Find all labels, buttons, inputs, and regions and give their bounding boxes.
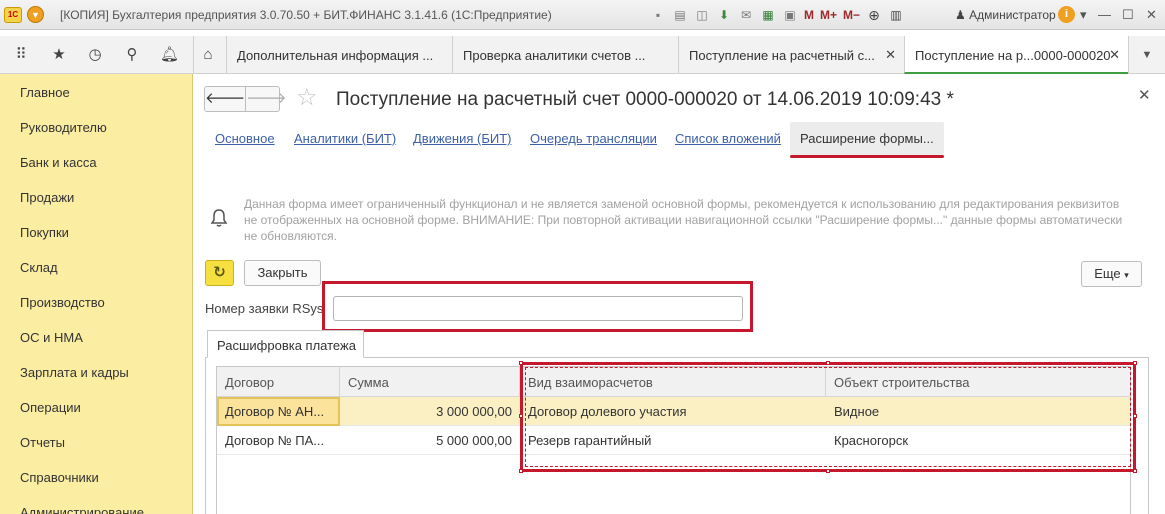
back-button[interactable]: 🡐 bbox=[205, 87, 245, 111]
close-window-icon[interactable]: ✕ bbox=[1146, 7, 1157, 23]
link-main[interactable]: Основное bbox=[215, 131, 275, 146]
search-icon[interactable]: ⚲ bbox=[123, 46, 141, 64]
zoom-icon[interactable]: ⊕ bbox=[866, 7, 882, 23]
link-attachments[interactable]: Список вложений bbox=[675, 131, 781, 146]
refresh-icon: ↻ bbox=[213, 264, 226, 281]
sidebar-item-warehouse[interactable]: Склад bbox=[20, 260, 58, 275]
link-translation-queue[interactable]: Очередь трансляции bbox=[530, 131, 657, 146]
more-label: Еще bbox=[1094, 266, 1121, 281]
link-movements-bit[interactable]: Движения (БИТ) bbox=[413, 131, 511, 146]
tabs-dropdown-icon[interactable]: ▼ bbox=[1128, 36, 1165, 74]
info-icon[interactable]: i bbox=[1058, 6, 1075, 23]
rsys-number-field[interactable] bbox=[333, 296, 743, 321]
cell-contract[interactable]: Договор № ПА... bbox=[217, 426, 340, 455]
help-dropdown-icon[interactable]: ▾ bbox=[1080, 7, 1087, 23]
sections-sidebar: Главное Руководителю Банк и касса Продаж… bbox=[0, 74, 193, 514]
memory-minus-button[interactable]: M− bbox=[843, 8, 860, 22]
page-title: Поступление на расчетный счет 0000-00002… bbox=[336, 89, 954, 110]
forward-button[interactable]: 🡒 bbox=[245, 87, 286, 111]
tab-receipt-current[interactable]: Поступление на р...0000-000020 ✕ bbox=[904, 36, 1128, 74]
tab-label: Проверка аналитики счетов ... bbox=[463, 48, 646, 63]
column-header-settlement-type[interactable]: Вид взаиморасчетов bbox=[520, 367, 826, 397]
user-menu[interactable]: ♟ Администратор bbox=[955, 8, 1056, 22]
tab-label: Поступление на р...0000-000020 bbox=[915, 48, 1111, 63]
notifications-bell-icon[interactable]: 🔔︎ bbox=[160, 46, 179, 64]
home-icon[interactable]: ⌂ bbox=[199, 46, 217, 64]
tab-label: Поступление на расчетный с... bbox=[689, 48, 875, 63]
column-header-construction-object[interactable]: Объект строительства bbox=[826, 367, 1130, 397]
sidebar-item-manager[interactable]: Руководителю bbox=[20, 120, 107, 135]
table-row[interactable]: Договор № ПА... 5 000 000,00 Резерв гара… bbox=[217, 426, 1130, 455]
sidebar-item-sales[interactable]: Продажи bbox=[20, 190, 74, 205]
sidebar-item-reports[interactable]: Отчеты bbox=[20, 435, 65, 450]
mail-icon[interactable]: ✉ bbox=[738, 7, 754, 23]
sidebar-item-production[interactable]: Производство bbox=[20, 295, 105, 310]
user-icon: ♟ bbox=[955, 8, 966, 22]
cell-sum[interactable]: 5 000 000,00 bbox=[340, 426, 520, 455]
cell-construction-object[interactable]: Видное bbox=[826, 397, 1130, 426]
notice-text: Данная форма имеет ограниченный функцион… bbox=[244, 197, 1123, 243]
tab-label: Дополнительная информация ... bbox=[237, 48, 434, 63]
title-toolbar: ▪ ▤ ◫ ⬇ ✉ ▦ ▣ M M+ M− ⊕ ▥ bbox=[650, 5, 904, 25]
save-icon[interactable]: ▪ bbox=[650, 7, 666, 23]
sidebar-item-main[interactable]: Главное bbox=[20, 85, 70, 100]
sidebar-item-operations[interactable]: Операции bbox=[20, 400, 81, 415]
cell-settlement-type[interactable]: Резерв гарантийный bbox=[520, 426, 826, 455]
tab-separator bbox=[193, 36, 194, 74]
favorites-star-icon[interactable]: ★ bbox=[50, 46, 68, 64]
app-logo-icon: 1С bbox=[4, 7, 22, 23]
cell-sum[interactable]: 3 000 000,00 bbox=[340, 397, 520, 426]
history-icon[interactable]: ◷ bbox=[86, 46, 104, 64]
apps-grid-icon[interactable]: ⠿ bbox=[12, 46, 30, 64]
title-bar: 1С ▼ [КОПИЯ] Бухгалтерия предприятия 3.0… bbox=[0, 0, 1165, 30]
sidebar-item-bank-cash[interactable]: Банк и касса bbox=[20, 155, 97, 170]
tab-receipt-account[interactable]: Поступление на расчетный с... ✕ bbox=[678, 36, 904, 74]
memory-button[interactable]: M bbox=[804, 8, 814, 22]
user-name: Администратор bbox=[969, 8, 1056, 22]
tab-check-analytics[interactable]: Проверка аналитики счетов ... bbox=[452, 36, 678, 74]
favorite-star-icon[interactable]: ☆ bbox=[296, 85, 318, 111]
tab-additional-info[interactable]: Дополнительная информация ... bbox=[226, 36, 452, 74]
preview-icon[interactable]: ◫ bbox=[694, 7, 710, 23]
tab-bar: ⠿ ★ ◷ ⚲ 🔔︎ ⌂ Дополнительная информация .… bbox=[0, 36, 1165, 74]
sidebar-item-administration[interactable]: Администрирование bbox=[20, 505, 144, 514]
refresh-button[interactable]: ↻ bbox=[205, 260, 234, 286]
main-menu-button[interactable]: ▼ bbox=[27, 6, 44, 23]
print-icon[interactable]: ▤ bbox=[672, 7, 688, 23]
sidebar-item-catalogs[interactable]: Справочники bbox=[20, 470, 99, 485]
window-title: [КОПИЯ] Бухгалтерия предприятия 3.0.70.5… bbox=[60, 8, 552, 22]
calculator-icon[interactable]: ▦ bbox=[760, 7, 776, 23]
chevron-down-icon: ▾ bbox=[1124, 270, 1129, 280]
cell-settlement-type[interactable]: Договор долевого участия bbox=[520, 397, 826, 426]
link-form-extension[interactable]: Расширение формы... bbox=[790, 122, 944, 158]
rsys-number-label: Номер заявки RSys bbox=[205, 301, 324, 316]
payment-table: Договор Сумма Вид взаиморасчетов Объект … bbox=[216, 366, 1131, 514]
download-icon[interactable]: ⬇ bbox=[716, 7, 732, 23]
history-nav: 🡐 🡒 bbox=[204, 86, 286, 112]
close-tab-icon[interactable]: ✕ bbox=[1109, 47, 1120, 63]
link-analytics-bit[interactable]: Аналитики (БИТ) bbox=[294, 131, 396, 146]
sidebar-item-purchases[interactable]: Покупки bbox=[20, 225, 69, 240]
sidebar-item-salary[interactable]: Зарплата и кадры bbox=[20, 365, 129, 380]
panel-icon[interactable]: ▥ bbox=[888, 7, 904, 23]
cell-construction-object[interactable]: Красногорск bbox=[826, 426, 1130, 455]
more-button[interactable]: Еще ▾ bbox=[1081, 261, 1142, 287]
maximize-icon[interactable]: ☐ bbox=[1122, 7, 1134, 23]
close-button[interactable]: Закрыть bbox=[244, 260, 321, 286]
column-header-sum[interactable]: Сумма bbox=[340, 367, 520, 397]
column-header-contract[interactable]: Договор bbox=[217, 367, 340, 397]
table-row[interactable]: Договор № АН... 3 000 000,00 Договор дол… bbox=[217, 397, 1130, 426]
close-tab-icon[interactable]: ✕ bbox=[885, 47, 896, 63]
calendar-icon[interactable]: ▣ bbox=[782, 7, 798, 23]
tab-payment-breakdown[interactable]: Расшифровка платежа bbox=[207, 330, 364, 358]
minimize-icon[interactable]: — bbox=[1098, 7, 1111, 22]
notice-bell-icon bbox=[210, 209, 228, 227]
memory-plus-button[interactable]: M+ bbox=[820, 8, 837, 22]
cell-contract[interactable]: Договор № АН... bbox=[217, 397, 340, 426]
close-form-icon[interactable]: ✕ bbox=[1138, 86, 1151, 104]
sidebar-item-fixed-assets[interactable]: ОС и НМА bbox=[20, 330, 83, 345]
